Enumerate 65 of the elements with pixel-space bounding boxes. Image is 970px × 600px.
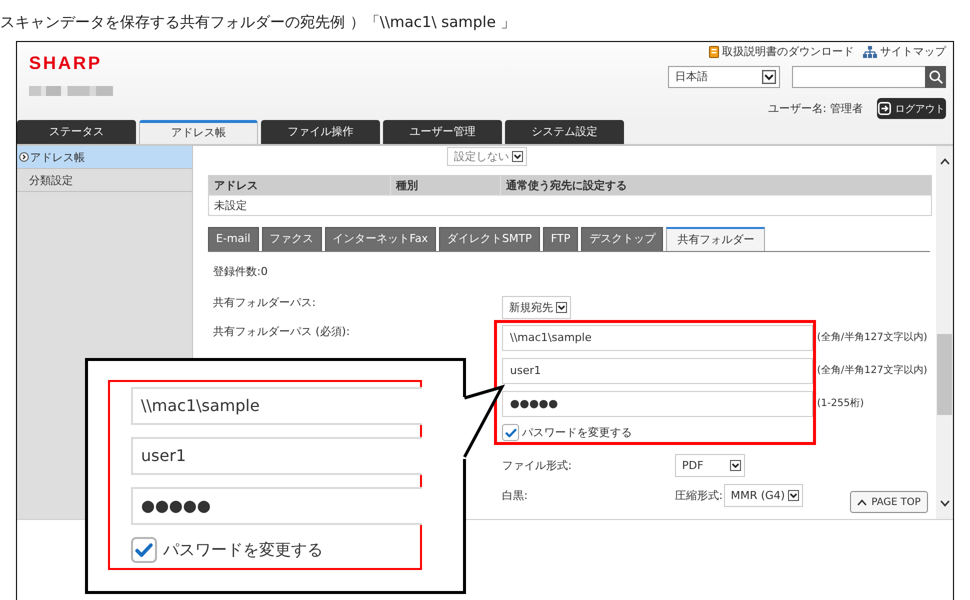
- nav-tab[interactable]: ファイル操作: [261, 120, 380, 144]
- sidebar-item[interactable]: アドレス帳: [17, 146, 192, 169]
- dropdown[interactable]: PDF: [675, 454, 745, 477]
- book-icon: [709, 46, 719, 58]
- scrollbar[interactable]: [936, 146, 953, 519]
- caret-up-icon: [940, 158, 950, 165]
- hint-text: (全角/半角127文字以内): [817, 364, 928, 378]
- nav-tab[interactable]: アドレス帳: [139, 120, 258, 144]
- column-header: 通常使う宛先に設定する: [505, 178, 628, 194]
- chevron-circle-icon: [19, 152, 29, 162]
- input-field[interactable]: ●●●●●: [131, 487, 422, 525]
- logout-icon: [878, 102, 891, 115]
- checkbox[interactable]: [502, 424, 519, 441]
- nav-tab[interactable]: システム設定: [505, 120, 624, 144]
- user-name-text: ユーザー名: 管理者: [768, 102, 863, 116]
- search-icon: [928, 70, 942, 84]
- sidebar-item[interactable]: 分類設定: [17, 169, 192, 192]
- input-field[interactable]: \\mac1\sample: [131, 387, 422, 425]
- sitemap-icon: [863, 46, 877, 58]
- input-field[interactable]: user1: [131, 437, 422, 475]
- hint-text: (全角/半角127文字以内): [817, 331, 928, 345]
- chevron-down-icon: [556, 302, 567, 313]
- caret-down-icon: [940, 500, 950, 507]
- logout-button[interactable]: ログアウト: [877, 98, 946, 119]
- hint-text: (1-255桁): [817, 397, 864, 411]
- column-header: 種別: [391, 176, 501, 195]
- field-label: 共有フォルダーパス:: [213, 296, 316, 310]
- sub-tab[interactable]: FTP: [542, 227, 578, 251]
- checkbox-label: パスワードを変更する: [163, 540, 323, 560]
- column-header: アドレス: [209, 176, 391, 195]
- checkbox[interactable]: [131, 537, 157, 563]
- field-label: ファイル形式:: [502, 458, 572, 472]
- sub-tab[interactable]: インターネットFax: [324, 227, 436, 251]
- sub-tab[interactable]: デスクトップ: [581, 227, 664, 251]
- chevron-down-icon: [730, 460, 741, 471]
- field-label: 白黒:: [502, 488, 528, 502]
- caret-up-icon: [857, 498, 868, 506]
- sub-tab[interactable]: ファクス: [262, 227, 322, 251]
- nav-tab[interactable]: ステータス: [17, 120, 136, 144]
- sub-tab[interactable]: 共有フォルダー: [666, 227, 766, 251]
- dropdown[interactable]: MMR (G4): [724, 484, 803, 507]
- nav-tab[interactable]: ユーザー管理: [383, 120, 502, 144]
- dropdown[interactable]: 設定しない: [447, 147, 527, 166]
- field-label: 圧縮形式:: [675, 488, 723, 502]
- sub-tab[interactable]: E-mail: [208, 227, 258, 251]
- search-button[interactable]: [925, 66, 946, 88]
- logo-text: SHARP: [29, 54, 102, 72]
- page-top-button[interactable]: PAGE TOP: [850, 491, 928, 513]
- header-link[interactable]: 取扱説明書のダウンロード: [722, 45, 854, 59]
- header-link[interactable]: サイトマップ: [880, 45, 946, 59]
- count-text: 登録件数:0: [213, 264, 268, 280]
- chevron-down-icon: [788, 490, 799, 501]
- caption-text: スキャンデータを保存する共有フォルダーの宛先例 ）「\\mac1\ sample 」: [0, 12, 516, 33]
- dropdown[interactable]: 日本語: [668, 66, 780, 88]
- sub-tab[interactable]: ダイレクトSMTP: [439, 227, 540, 251]
- input-field[interactable]: user1: [502, 358, 813, 384]
- checkbox-label: パスワードを変更する: [522, 426, 632, 440]
- field-label: 共有フォルダーパス (必須):: [213, 325, 350, 339]
- chevron-down-icon: [762, 70, 776, 84]
- table-cell-text: 未設定: [213, 198, 247, 214]
- dropdown[interactable]: 新規宛先: [502, 296, 571, 319]
- chevron-down-icon: [512, 151, 523, 162]
- search-field[interactable]: [792, 66, 925, 88]
- scrollbar-thumb[interactable]: [937, 334, 952, 415]
- input-field[interactable]: \\mac1\sample: [502, 325, 813, 351]
